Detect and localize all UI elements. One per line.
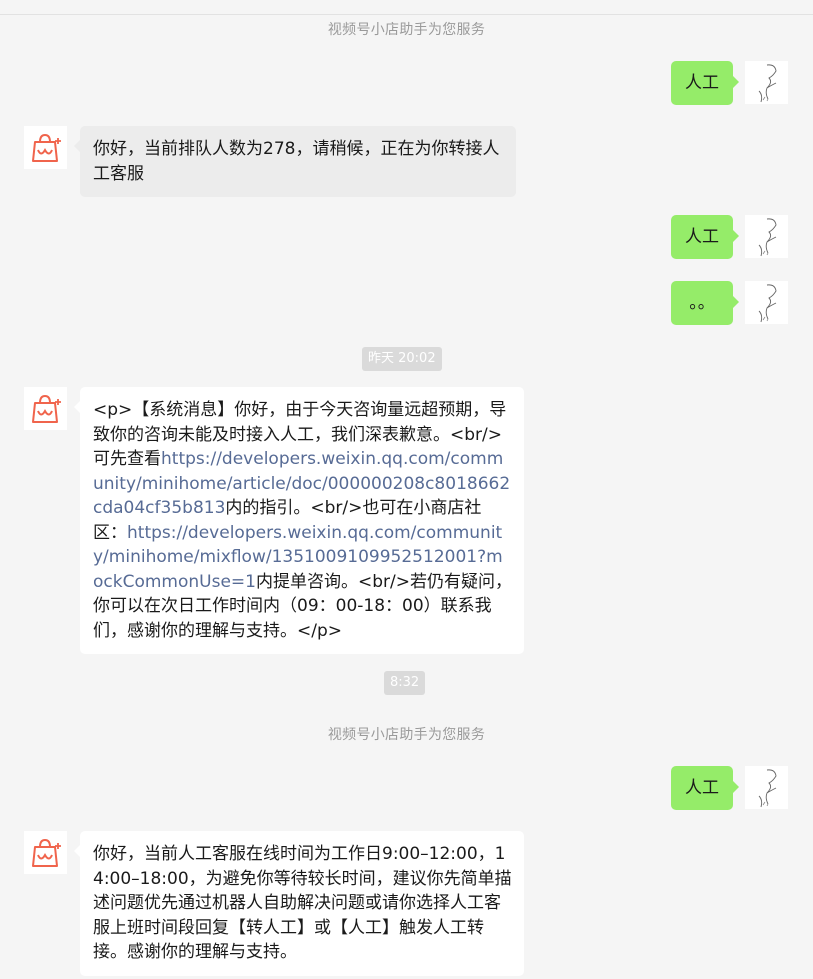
outgoing-message[interactable]: 人工 [671,215,739,259]
outgoing-message[interactable]: 人工 [671,766,739,810]
incoming-message[interactable]: 你好，当前人工客服在线时间为工作日9:00–12:00，14:00–18:00，… [74,831,524,976]
service-notice: 视频号小店助手为您服务 [327,22,486,38]
timestamp-divider: 8:32 [384,671,426,695]
shop-bag-icon [32,394,61,423]
incoming-system-message[interactable]: <p>【系统消息】你好，由于今天咨询量远超预期，导致你的咨询未能及时接入人工，我… [74,387,524,654]
shop-bag-icon [32,133,61,162]
sketch-face-icon [758,64,777,103]
user-avatar[interactable] [745,766,788,809]
bot-avatar[interactable] [24,831,67,874]
sketch-face-icon [758,218,777,257]
user-avatar[interactable] [745,215,788,258]
top-divider [0,14,813,15]
sketch-face-icon [758,284,777,323]
sketch-face-icon [758,769,777,808]
user-avatar[interactable] [745,281,788,324]
outgoing-message[interactable]: 。。 [671,281,739,325]
incoming-message[interactable]: 你好，当前排队人数为278，请稍候，正在为你转接人工客服 [74,126,516,197]
shop-bag-icon [32,838,61,867]
outgoing-message[interactable]: 人工 [671,61,739,105]
bot-avatar[interactable] [24,126,67,169]
timestamp-divider: 昨天 20:02 [362,347,442,371]
service-notice: 视频号小店助手为您服务 [327,727,486,743]
bot-avatar[interactable] [24,387,67,430]
user-avatar[interactable] [745,61,788,104]
